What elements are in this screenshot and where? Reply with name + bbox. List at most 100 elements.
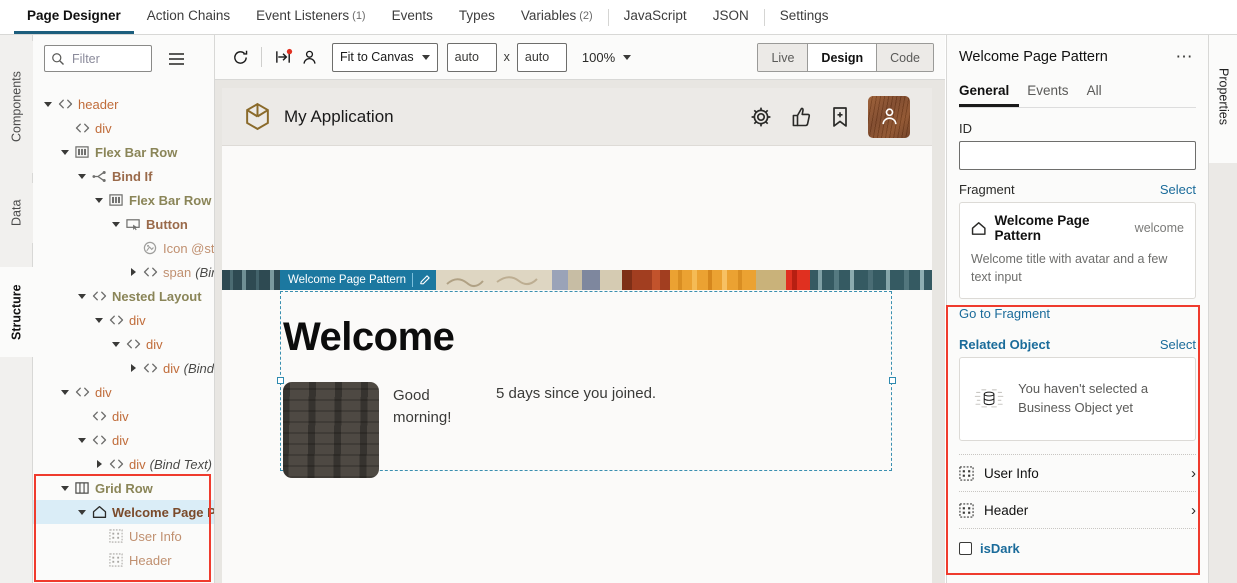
main-tab-page-designer[interactable]: Page Designer [14, 0, 134, 34]
properties-tab-label: General [959, 83, 1010, 98]
main-tab-types[interactable]: Types [446, 0, 508, 34]
tree-item-div[interactable]: div [33, 428, 214, 452]
canvas-height-input[interactable]: auto [516, 42, 567, 72]
fragment-card-name: Welcome Page Pattern [994, 213, 1090, 243]
rail-tab-data[interactable]: Data [0, 183, 33, 243]
caret-down-icon[interactable] [41, 101, 55, 107]
caret-down-icon[interactable] [75, 173, 89, 179]
caret-down-icon[interactable] [58, 389, 72, 395]
rail-tab-components[interactable]: Components [0, 41, 33, 173]
tree-item-label: span [163, 264, 192, 280]
canvas-width-value: auto [454, 50, 479, 64]
tab-divider [763, 9, 765, 26]
tree-item-div[interactable]: div (Bind Text) [33, 452, 214, 476]
slot-row-user-info[interactable]: User Info › [947, 455, 1208, 491]
main-tab-events[interactable]: Events [379, 0, 446, 34]
responsive-preview-icon[interactable] [270, 44, 296, 70]
tree-item-div[interactable]: div [33, 380, 214, 404]
canvas-size-select[interactable]: Fit to Canvas [332, 42, 438, 72]
properties-tab-all[interactable]: All [1087, 83, 1112, 107]
main-tab-javascript[interactable]: JavaScript [611, 0, 700, 34]
checkbox-icon[interactable] [959, 542, 972, 556]
days-since-joined-text: 5 days since you joined. [496, 385, 657, 402]
properties-header: Welcome Page Pattern ⋯ [947, 35, 1208, 65]
id-label: ID [959, 121, 972, 136]
main-tab-label: JSON [712, 8, 749, 23]
main-tab-variables[interactable]: Variables (2) [508, 0, 606, 34]
fragment-select-link[interactable]: Select [1160, 182, 1196, 197]
zoom-select[interactable]: 100% [582, 50, 632, 65]
caret-down-icon[interactable] [92, 197, 106, 203]
chevron-down-icon [421, 54, 430, 60]
welcome-fragment-selection[interactable]: Welcome Good morning! 5 days since you j… [276, 291, 896, 478]
isdark-checkbox-row[interactable]: isDark [947, 529, 1208, 556]
tree-item-span[interactable]: span(Bind [33, 260, 214, 284]
selection-badge[interactable]: Welcome Page Pattern [280, 270, 437, 290]
pencil-icon[interactable] [419, 274, 431, 286]
slot-row-header[interactable]: Header › [947, 492, 1208, 528]
view-mode-design[interactable]: Design [807, 44, 877, 71]
caret-down-icon[interactable] [75, 509, 89, 515]
view-mode-code[interactable]: Code [876, 44, 933, 71]
tree-item-welcome-page-patt[interactable]: Welcome Page Patt [33, 500, 214, 524]
gear-icon[interactable] [750, 106, 772, 128]
filter-input[interactable]: Filter [44, 45, 152, 72]
caret-down-icon[interactable] [92, 317, 106, 323]
more-options-icon[interactable]: ⋯ [1176, 48, 1195, 65]
tree-item-grid-row[interactable]: Grid Row [33, 476, 214, 500]
main-tab-settings[interactable]: Settings [767, 0, 842, 34]
tree-item-label: div [95, 384, 112, 400]
thumbs-up-icon[interactable] [790, 106, 812, 128]
slot-grid-icon [959, 466, 974, 481]
resize-handle-left[interactable] [276, 377, 284, 384]
main-tab-event-listeners[interactable]: Event Listeners (1) [243, 0, 379, 34]
structure-panel: Filter header div Flex Bar Row Bind If Flex … [33, 35, 215, 583]
main-tab-action-chains[interactable]: Action Chains [134, 0, 243, 34]
resize-handle-right[interactable] [888, 377, 896, 384]
fragment-card[interactable]: Welcome Page Pattern welcome Welcome tit… [959, 202, 1196, 300]
tree-item-div[interactable]: div [33, 404, 214, 428]
main-tab-json[interactable]: JSON [700, 0, 762, 34]
tree-item-flex-bar-row[interactable]: Flex Bar Row [33, 140, 214, 164]
related-object-select-link[interactable]: Select [1160, 337, 1196, 352]
id-input[interactable] [959, 141, 1196, 170]
tree-item-div[interactable]: div [33, 116, 214, 140]
user-avatar-button[interactable] [868, 95, 910, 138]
caret-right-icon[interactable] [126, 364, 140, 372]
tree-item-div[interactable]: div [33, 308, 214, 332]
caret-down-icon[interactable] [75, 293, 89, 299]
tree-item-flex-bar-row[interactable]: Flex Bar Row [33, 188, 214, 212]
badge-divider [412, 273, 414, 287]
caret-down-icon[interactable] [109, 341, 123, 347]
code-tag-icon [89, 410, 109, 422]
refresh-icon[interactable] [227, 44, 253, 70]
caret-down-icon[interactable] [58, 485, 72, 491]
tree-item-div[interactable]: div [33, 332, 214, 356]
canvas-width-input[interactable]: auto [446, 42, 497, 72]
caret-right-icon[interactable] [92, 460, 106, 468]
tree-item-label: div [129, 456, 146, 472]
go-to-fragment-link[interactable]: Go to Fragment [947, 299, 1208, 321]
properties-tab-events[interactable]: Events [1027, 83, 1078, 107]
tree-item-header[interactable]: Header [33, 548, 214, 572]
bookmark-plus-icon[interactable] [830, 106, 850, 128]
tree-item-button[interactable]: Button [33, 212, 214, 236]
tree-item-nested-layout[interactable]: Nested Layout [33, 284, 214, 308]
button-icon [123, 218, 143, 231]
rail-tab-structure[interactable]: Structure [0, 267, 33, 357]
caret-down-icon[interactable] [75, 437, 89, 443]
tree-item-icon-start[interactable]: Icon @start [33, 236, 214, 260]
slot-label-user-info: User Info [984, 465, 1039, 481]
tree-item-div[interactable]: div(Bind T [33, 356, 214, 380]
tree-item-user-info[interactable]: User Info [33, 524, 214, 548]
tree-item-header[interactable]: header [33, 92, 214, 116]
view-mode-live[interactable]: Live [758, 44, 808, 71]
hamburger-icon[interactable] [169, 52, 184, 65]
caret-down-icon[interactable] [109, 221, 123, 227]
user-icon[interactable] [296, 44, 322, 70]
caret-down-icon[interactable] [58, 149, 72, 155]
properties-tab-general[interactable]: General [959, 83, 1020, 107]
rail-tab-properties[interactable]: Properties [1209, 41, 1237, 151]
tree-item-bind-if[interactable]: Bind If [33, 164, 214, 188]
caret-right-icon[interactable] [126, 268, 140, 276]
